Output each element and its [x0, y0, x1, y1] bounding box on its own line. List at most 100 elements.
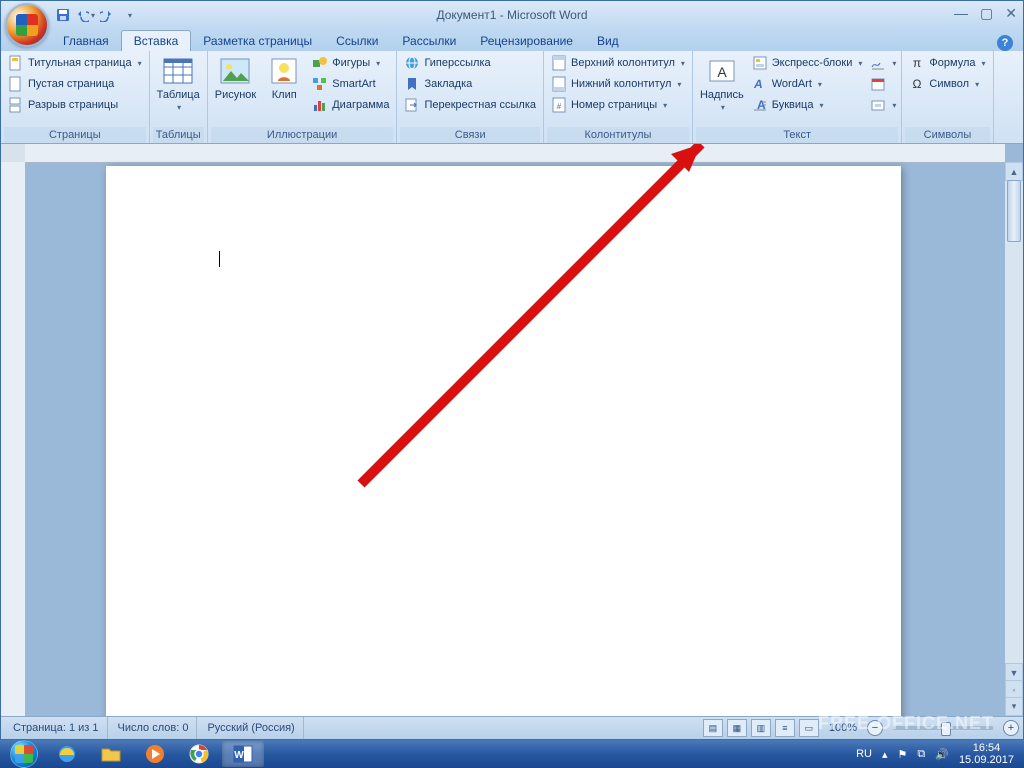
redo-icon — [100, 8, 114, 22]
start-button[interactable] — [4, 741, 44, 767]
footer-button[interactable]: Нижний колонтитул▾ — [547, 74, 689, 94]
svg-text:Ω: Ω — [913, 77, 922, 91]
crossref-button[interactable]: Перекрестная ссылка — [400, 95, 540, 115]
page-break-icon — [8, 97, 24, 113]
tray-language[interactable]: RU — [856, 748, 872, 760]
status-words[interactable]: Число слов: 0 — [110, 717, 198, 739]
taskbar-media-player[interactable] — [134, 741, 176, 767]
shapes-button[interactable]: Фигуры▾ — [308, 53, 393, 73]
quickparts-button[interactable]: Экспресс-блоки▾ — [748, 53, 867, 73]
hyperlink-button[interactable]: Гиперссылка — [400, 53, 540, 73]
blank-page-button[interactable]: Пустая страница — [4, 74, 146, 94]
page-break-button[interactable]: Разрыв страницы — [4, 95, 146, 115]
scroll-up-button[interactable]: ▲ — [1005, 162, 1023, 181]
ribbon-tabs: Главная Вставка Разметка страницы Ссылки… — [1, 29, 1023, 51]
shapes-icon — [312, 55, 328, 71]
view-outline[interactable]: ≡ — [775, 719, 795, 737]
symbol-icon: Ω — [909, 76, 925, 92]
folder-icon — [100, 743, 122, 765]
smartart-button[interactable]: SmartArt — [308, 74, 393, 94]
tab-view[interactable]: Вид — [585, 31, 631, 51]
quickparts-icon — [752, 55, 768, 71]
signature-icon — [870, 55, 886, 71]
view-draft[interactable]: ▭ — [799, 719, 819, 737]
status-page[interactable]: Страница: 1 из 1 — [5, 717, 108, 739]
zoom-in-button[interactable]: + — [1003, 720, 1019, 736]
office-button[interactable] — [5, 3, 49, 47]
chart-button[interactable]: Диаграмма — [308, 95, 393, 115]
page-icon — [8, 55, 24, 71]
taskbar-chrome[interactable] — [178, 741, 220, 767]
date-time-button[interactable] — [868, 74, 898, 94]
ruler-corner[interactable] — [1, 144, 26, 163]
taskbar-ie[interactable] — [46, 741, 88, 767]
next-page-button[interactable]: ▾ — [1005, 697, 1023, 716]
taskbar-word[interactable]: W — [222, 741, 264, 767]
tab-references[interactable]: Ссылки — [324, 31, 390, 51]
group-illustrations: Рисунок Клип Фигуры▾ SmartArt Диаграмма … — [208, 51, 398, 143]
qat-customize[interactable]: ▾ — [119, 5, 139, 25]
svg-text:π: π — [913, 56, 921, 70]
blank-page-icon — [8, 76, 24, 92]
zoom-slider[interactable] — [893, 726, 993, 730]
tab-page-layout[interactable]: Разметка страницы — [191, 31, 324, 51]
tray-show-hidden[interactable]: ▴ — [882, 748, 888, 761]
datetime-icon — [870, 76, 886, 92]
qat-save[interactable] — [53, 5, 73, 25]
view-web-layout[interactable]: ▥ — [751, 719, 771, 737]
view-print-layout[interactable]: ▤ — [703, 719, 723, 737]
header-icon — [551, 55, 567, 71]
group-symbols: πФормула▾ ΩСимвол▾ Символы — [902, 51, 993, 143]
tray-volume-icon[interactable]: 🔊 — [935, 748, 949, 761]
symbol-button[interactable]: ΩСимвол▾ — [905, 74, 989, 94]
horizontal-ruler[interactable] — [25, 144, 1005, 163]
group-links: Гиперссылка Закладка Перекрестная ссылка… — [397, 51, 544, 143]
qat-redo[interactable] — [97, 5, 117, 25]
vertical-scrollbar[interactable]: ▲ ▼ ◦ ▾ — [1005, 162, 1023, 716]
object-button[interactable]: ▾ — [868, 95, 898, 115]
bookmark-button[interactable]: Закладка — [400, 74, 540, 94]
view-full-reading[interactable]: ▦ — [727, 719, 747, 737]
signature-line-button[interactable]: ▾ — [868, 53, 898, 73]
dropcap-button[interactable]: AБуквица▾ — [748, 95, 867, 115]
table-button[interactable]: Таблица▾ — [153, 53, 204, 116]
smartart-icon — [312, 76, 328, 92]
hyperlink-icon — [404, 55, 420, 71]
document-page[interactable] — [106, 166, 901, 716]
vertical-ruler[interactable] — [1, 162, 26, 716]
wmp-icon — [144, 743, 166, 765]
zoom-level[interactable]: 100% — [829, 722, 857, 734]
tab-mailings[interactable]: Рассылки — [390, 31, 468, 51]
help-icon[interactable]: ? — [997, 35, 1013, 51]
zoom-slider-thumb[interactable] — [941, 722, 951, 736]
cover-page-button[interactable]: Титульная страница▾ — [4, 53, 146, 73]
qat-undo[interactable]: ▾ — [75, 5, 95, 25]
maximize-button[interactable]: ▢ — [980, 5, 993, 22]
zoom-out-button[interactable]: − — [867, 720, 883, 736]
ribbon: Титульная страница▾ Пустая страница Разр… — [1, 51, 1023, 144]
tab-insert[interactable]: Вставка — [121, 30, 192, 51]
group-tables: Таблица▾ Таблицы — [150, 51, 208, 143]
wordart-button[interactable]: AWordArt▾ — [748, 74, 867, 94]
close-button[interactable]: ✕ — [1005, 5, 1017, 22]
tray-network-icon[interactable]: ⧉ — [917, 748, 925, 761]
tray-action-center-icon[interactable]: ⚑ — [898, 748, 908, 761]
ie-icon — [56, 743, 78, 765]
textbox-button[interactable]: AНадпись▾ — [696, 53, 748, 116]
title-bar: ▾ ▾ Документ1 - Microsoft Word — ▢ ✕ — [1, 1, 1023, 29]
tab-home[interactable]: Главная — [51, 31, 121, 51]
page-number-button[interactable]: #Номер страницы▾ — [547, 95, 689, 115]
taskbar-explorer[interactable] — [90, 741, 132, 767]
textbox-icon: A — [706, 55, 738, 87]
picture-button[interactable]: Рисунок — [211, 53, 261, 103]
equation-button[interactable]: πФормула▾ — [905, 53, 989, 73]
tab-review[interactable]: Рецензирование — [468, 31, 585, 51]
scroll-thumb[interactable] — [1007, 180, 1021, 242]
word-icon: W — [232, 743, 254, 765]
tray-clock[interactable]: 16:5415.09.2017 — [959, 742, 1014, 766]
header-button[interactable]: Верхний колонтитул▾ — [547, 53, 689, 73]
status-language[interactable]: Русский (Россия) — [199, 717, 303, 739]
minimize-button[interactable]: — — [954, 5, 968, 22]
clipart-button[interactable]: Клип — [260, 53, 308, 103]
object-icon — [870, 97, 886, 113]
